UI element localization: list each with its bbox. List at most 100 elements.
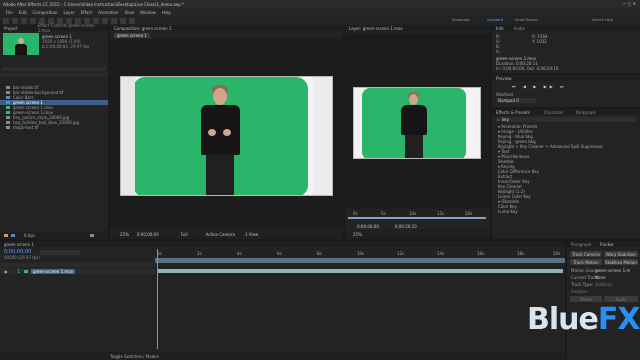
visibility-icon[interactable]: ◉ [4,269,8,274]
tab-preview[interactable]: Preview [496,76,512,81]
tab-effect-controls[interactable]: Effect Controls green-screen 1.mov [38,23,108,33]
puppet-tool-icon[interactable] [129,17,135,24]
tab-layer[interactable]: Layer: green-screen 1.mov [349,26,403,31]
hand-tool-icon[interactable] [21,17,27,24]
selection-tool-icon[interactable] [12,17,18,24]
ruler-label: 0s [353,211,358,216]
tab-tracker[interactable]: Tracker [600,242,614,247]
tracker-panel: Paragraph Tracker Track Camera Warp Stab… [567,241,640,360]
zoom-select[interactable]: 25% [120,232,129,237]
zoom-tool-icon[interactable] [30,17,36,24]
camera-select[interactable]: Active Camera [206,232,235,237]
image-icon [6,116,10,119]
composition-viewer[interactable] [110,39,343,229]
menu-edit[interactable]: Edit [19,10,27,15]
studio-wall-left [121,77,135,195]
menu-animation[interactable]: Animation [98,10,118,15]
composition-panel: Composition: green screen 1 green screen… [110,25,343,239]
workspace-standard[interactable]: Standard [487,18,503,22]
ruler-label: 14s [437,251,445,256]
composition-icon [6,101,10,104]
bit-depth[interactable]: 8 bpc [24,233,35,238]
effects-search-input[interactable]: ⌕ key [496,117,636,122]
stabilize-motion-button[interactable]: Stabilize Motion [604,259,638,265]
home-icon[interactable] [3,17,9,24]
tab-paragraph[interactable]: Paragraph [576,110,597,115]
work-area-bar[interactable] [155,258,565,263]
menu-help[interactable]: Help [162,10,171,15]
layer-footer: 25% [345,230,490,239]
layer-time-ruler[interactable]: 0s 5s 10s 15s 20s [345,211,490,220]
project-search-input[interactable] [2,67,106,71]
search-help[interactable]: Search Help [592,18,613,22]
tab-audio[interactable]: Audio [514,26,525,31]
layer-panel: Layer: green-screen 1.mov 0s 5s 10s 15s … [345,25,490,239]
list-item[interactable]: maps-text.tif [0,125,108,130]
current-time[interactable]: 0;00;00;00 [137,232,159,237]
ruler-label: 20s [465,211,473,216]
workspace-essentials[interactable]: Essentials [452,18,470,22]
tab-composition[interactable]: Composition: green screen 1 [114,26,172,31]
window-title: Adobe After Effects CC 2015 - C:\Users\V… [3,1,184,7]
menu-composition[interactable]: Composition [32,10,57,15]
layer-zoom[interactable]: 25% [353,232,362,237]
menu-effect[interactable]: Effect [81,10,93,15]
motion-source-select[interactable]: green-screen 1.m [595,268,630,273]
table-row[interactable]: ◉ 1 green-screen 1.mov [0,268,155,274]
new-folder-icon[interactable] [4,233,8,237]
timeline-panel: green screen 1 0;00;00;00 00000 (29.97 f… [0,241,565,360]
track-type-select[interactable]: Stabilize [595,282,612,287]
tab-character[interactable]: Character [544,110,564,115]
preview-panel: Preview ⏮ ◀ ▶ ▶▶ ⏭ Shortcut Numpad 0 [492,75,640,107]
warp-stabilizer-button[interactable]: Warp Stabilizer [604,251,638,257]
current-track-select[interactable]: None [595,275,605,280]
timeline-search-input[interactable] [40,250,80,255]
ruler-label: 8s [317,251,322,256]
views-select[interactable]: 1 View [245,232,258,237]
ruler-label: 2s [197,251,202,256]
trash-icon[interactable] [90,233,95,237]
layer-presenter-head [409,94,418,105]
tab-effects-presets[interactable]: Effects & Presets [496,110,530,115]
analyze-label: Analyze: [571,288,589,294]
track-camera-button[interactable]: Track Camera [570,251,602,257]
menu-window[interactable]: Window [140,10,156,15]
bluefx-watermark-logo: BlueFX [527,302,640,337]
tree-item[interactable]: Luma Key [498,209,638,214]
tab-info[interactable]: Info [496,26,504,31]
tab-timeline[interactable]: green screen 1 [4,242,34,247]
menu-layer[interactable]: Layer [63,10,74,15]
eraser-tool-icon[interactable] [111,17,117,24]
thumb-body [15,44,27,55]
tab-paragraph-2[interactable]: Paragraph [571,242,592,247]
tab-project[interactable]: Project [4,26,18,31]
shortcut-select[interactable]: Numpad 0 [496,98,536,103]
timeline-fps: 00000 (29.97 fps) [4,255,40,260]
window-controls-icon[interactable]: — ▢ ✕ [622,1,636,6]
layer-in-time[interactable]: 0;00;00;00 [357,224,379,229]
menu-view[interactable]: View [125,10,135,15]
presenter-torso [201,105,240,155]
roto-brush-tool-icon[interactable] [120,17,126,24]
playback-controls-icon[interactable]: ⏮ ◀ ▶ ▶▶ ⏭ [512,84,567,89]
track-motion-button[interactable]: Track Motion [570,259,602,265]
timeline-ruler[interactable]: 0s 2s 4s 6s 8s 10s 12s 14s 16s 18s 20s [155,249,565,258]
toggle-switches-modes[interactable]: Toggle Switches / Modes [110,354,159,359]
layer-out-time[interactable]: 0;00;20;10 [395,224,417,229]
resolution-select[interactable]: Full [181,232,188,237]
layer-work-area[interactable] [348,217,486,219]
timeline-tabbar: green screen 1 [0,241,565,247]
layer-duration-bar[interactable] [157,269,563,273]
menu-file[interactable]: File [6,10,13,15]
info-y: Y: 1032 [532,39,547,44]
new-composition-icon[interactable] [11,233,15,237]
ruler-label: 5s [381,211,386,216]
workspace-small-screen[interactable]: Small Screen [515,18,538,22]
file-icon [6,91,10,94]
effects-tree: ▾ Animation Presets ▾ Image - Utilities … [498,124,638,214]
current-time-indicator[interactable] [157,249,158,349]
layer-viewer[interactable] [345,33,490,209]
title-bar: Adobe After Effects CC 2015 - C:\Users\V… [0,0,640,8]
breadcrumb[interactable]: green screen 1 [114,33,150,38]
layer-name[interactable]: green-screen 1.mov [31,268,76,274]
